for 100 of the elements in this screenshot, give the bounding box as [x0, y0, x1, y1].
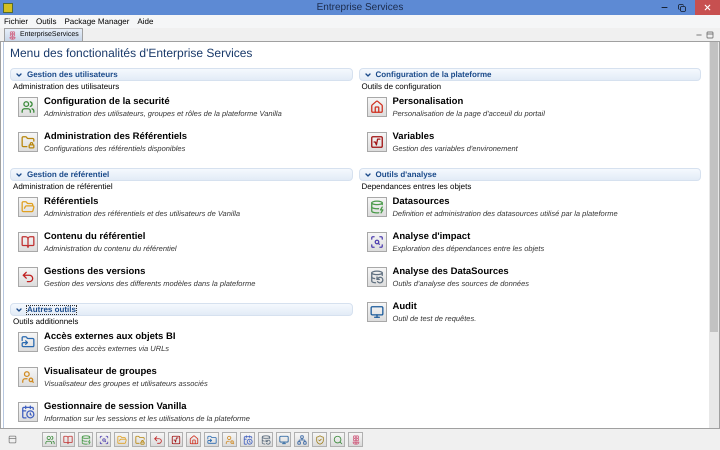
section-subtitle: Outils additionnels — [12, 316, 80, 328]
section-title: Configuration de la plateforme — [376, 70, 492, 78]
toolbar-button[interactable] — [42, 432, 57, 447]
database-icon — [80, 434, 90, 444]
item-title[interactable]: Référentiels — [44, 196, 240, 208]
toolbar-button[interactable] — [294, 432, 309, 447]
item-title[interactable]: Contenu du référentiel — [44, 231, 177, 243]
section-subtitle: Outils de configuration — [360, 81, 442, 93]
undo-arrow-tile[interactable] — [18, 267, 38, 287]
item-title[interactable]: Variables — [392, 131, 518, 143]
toolbar-button[interactable] — [204, 432, 219, 447]
section-header[interactable]: Gestion des utilisateurs — [10, 68, 352, 81]
database-icon — [370, 270, 384, 284]
item-title[interactable]: Gestionnaire de session Vanilla — [44, 401, 250, 413]
caret-icon — [15, 70, 23, 78]
section-header[interactable]: Configuration de la plateforme — [358, 68, 701, 81]
item-title[interactable]: Personalisation — [392, 96, 545, 108]
page-title: Menu des fonctionalités d'Enterprise Services — [10, 46, 254, 61]
section-subtitle: Administration de référentiel — [12, 181, 114, 193]
database-tile[interactable] — [366, 197, 386, 217]
shield-icon — [314, 434, 324, 444]
toolbar-button[interactable] — [168, 432, 183, 447]
menu-item[interactable]: Fichier — [4, 16, 28, 28]
home-icon — [370, 100, 384, 114]
item-title[interactable]: Gestions des versions — [44, 266, 256, 278]
network-icon — [296, 434, 306, 444]
locked-folder-tile[interactable] — [18, 132, 38, 152]
maximize-icon[interactable] — [706, 31, 714, 39]
folder-icon — [21, 335, 35, 349]
folder-icon — [116, 434, 126, 444]
user-search-tile[interactable] — [18, 367, 38, 387]
toolbar-button[interactable] — [348, 432, 363, 447]
database-icon — [260, 434, 270, 444]
close-button[interactable] — [695, 0, 720, 15]
user-search-icon — [224, 434, 234, 444]
undo-arrow-icon — [152, 434, 162, 444]
window-title: Entreprise Services — [316, 1, 404, 15]
calendar-clock-tile[interactable] — [18, 402, 38, 422]
section-title: Autres outils — [27, 306, 76, 314]
toolbar-button[interactable] — [186, 432, 201, 447]
toolbar-button[interactable] — [78, 432, 93, 447]
user-search-icon — [21, 370, 35, 384]
toolbar-button[interactable] — [240, 432, 255, 447]
section-title: Gestion des utilisateurs — [27, 70, 118, 78]
scrollbar[interactable] — [709, 42, 719, 428]
caret-icon — [364, 170, 372, 178]
toolbar-button[interactable] — [60, 432, 75, 447]
calendar-clock-icon — [21, 405, 35, 419]
item-title[interactable]: Analyse des DataSources — [392, 266, 530, 278]
caret-icon — [15, 170, 23, 178]
search-icon — [332, 434, 342, 444]
scroll-thumb[interactable] — [710, 42, 718, 332]
menu-item[interactable]: Package Manager — [64, 16, 130, 28]
panel-icon[interactable] — [8, 435, 17, 444]
flower-icon — [350, 434, 360, 444]
maximize-icon[interactable] — [678, 4, 686, 12]
toolbar-button[interactable] — [276, 432, 291, 447]
flower-icon — [8, 30, 17, 40]
book-tile[interactable] — [18, 232, 38, 252]
folder-icon — [206, 434, 216, 444]
users-tile[interactable] — [18, 97, 38, 117]
locked-folder-icon — [21, 135, 35, 149]
square-root-icon — [370, 135, 384, 149]
app-icon — [3, 2, 13, 12]
item-title[interactable]: Analyse d'impact — [392, 231, 544, 243]
magnifier-icon — [370, 235, 384, 249]
section-title: Outils d'analyse — [376, 170, 437, 178]
section-header[interactable]: Gestion de référentiel — [10, 168, 352, 181]
folder-tile[interactable] — [18, 197, 38, 217]
magnifier-icon — [98, 434, 108, 444]
undo-arrow-icon — [21, 270, 35, 284]
menu-item[interactable]: Aide — [137, 16, 154, 28]
monitor-icon — [370, 305, 384, 319]
item-title[interactable]: Audit — [392, 301, 476, 313]
toolbar-button[interactable] — [312, 432, 327, 447]
menu-item[interactable]: Outils — [36, 16, 56, 28]
monitor-tile[interactable] — [366, 302, 386, 322]
square-root-tile[interactable] — [366, 132, 386, 152]
item-title[interactable]: Administration des Référentiels — [44, 131, 188, 143]
section-header[interactable]: Autres outils — [10, 303, 352, 316]
home-tile[interactable] — [366, 97, 386, 117]
toolbar-button[interactable] — [330, 432, 345, 447]
toolbar-button[interactable] — [96, 432, 111, 447]
caret-icon — [364, 70, 372, 78]
square-root-icon — [170, 434, 180, 444]
item-title[interactable]: Accès externes aux objets BI — [44, 331, 176, 343]
toolbar-button[interactable] — [150, 432, 165, 447]
close-icon — [703, 3, 712, 12]
users-icon — [44, 434, 54, 444]
magnifier-tile[interactable] — [366, 232, 386, 252]
item-title[interactable]: Datasources — [392, 196, 618, 208]
toolbar-button[interactable] — [258, 432, 273, 447]
calendar-clock-icon — [242, 434, 252, 444]
section-title: Gestion de référentiel — [27, 170, 110, 178]
folder-tile[interactable] — [18, 332, 38, 352]
database-tile[interactable] — [366, 267, 386, 287]
caret-icon — [15, 306, 23, 314]
item-title[interactable]: Configuration de la securité — [44, 96, 282, 108]
section-header[interactable]: Outils d'analyse — [358, 168, 701, 181]
item-title[interactable]: Visualisateur de groupes — [44, 366, 208, 378]
